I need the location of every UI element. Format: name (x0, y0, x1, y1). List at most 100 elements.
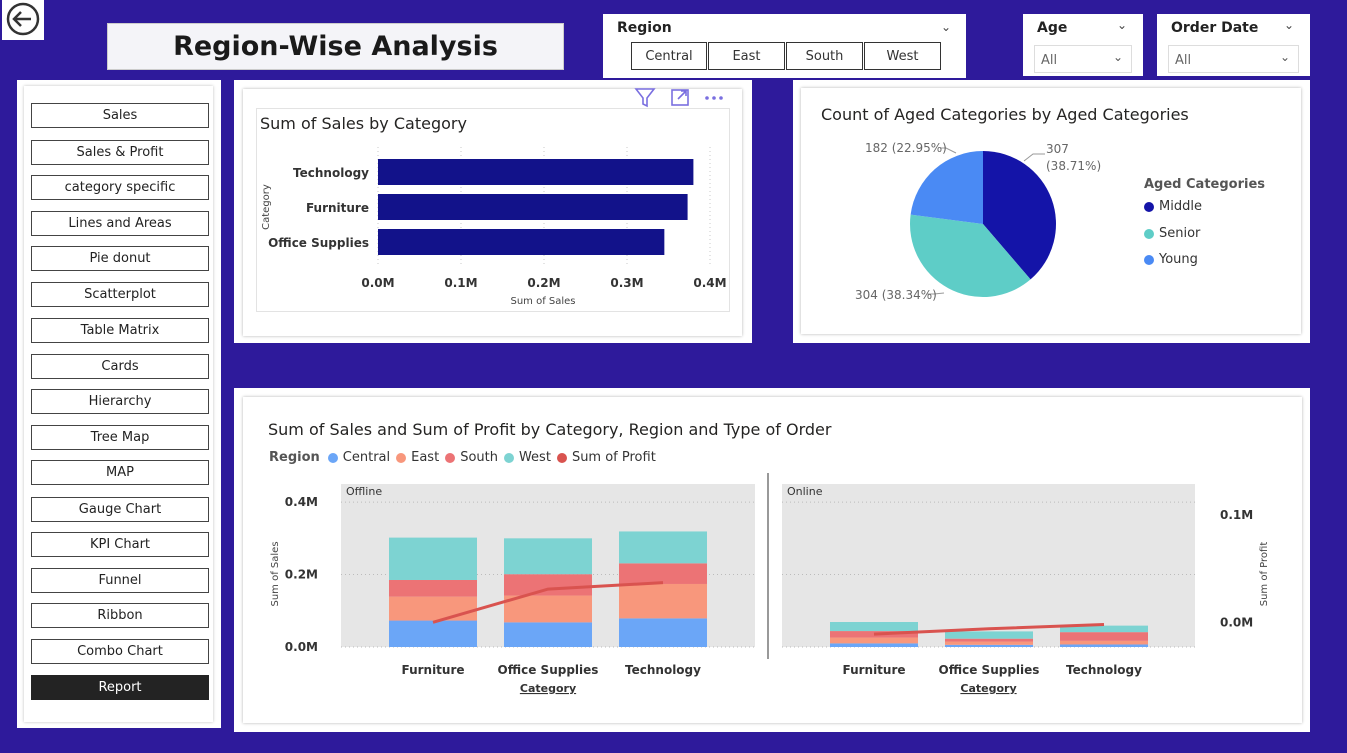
order-date-dropdown[interactable]: All ⌄ (1168, 45, 1299, 73)
legend-item-senior[interactable]: Senior (1144, 226, 1200, 241)
data-label-middle: 307 (38.71%) (1046, 142, 1101, 173)
x-tick-label: 0.2M (527, 276, 560, 290)
nav-button-pie-donut[interactable]: Pie donut (31, 246, 209, 271)
region-option-south[interactable]: South (786, 42, 863, 70)
back-button[interactable] (2, 0, 44, 40)
legend-item-middle[interactable]: Middle (1144, 199, 1202, 214)
nav-button-combo-chart[interactable]: Combo Chart (31, 639, 209, 664)
nav-button-hierarchy[interactable]: Hierarchy (31, 389, 209, 414)
aged-categories-pie-chart[interactable]: 307 (38.71%)307(38.71%)304 (38.34%)182 (… (793, 80, 1310, 343)
y2-tick-label: 0.0M (1220, 615, 1253, 629)
age-dropdown[interactable]: All ⌄ (1034, 45, 1132, 73)
legend-dot (1144, 201, 1154, 212)
chevron-down-icon[interactable]: ⌄ (1117, 18, 1127, 32)
nav-button-category-specific[interactable]: category specific (31, 175, 209, 200)
age-dropdown-value: All (1041, 53, 1058, 68)
y-tick-label: Furniture (306, 201, 369, 215)
legend-dot (1144, 228, 1154, 239)
nav-button-lines-and-areas[interactable]: Lines and Areas (31, 211, 209, 236)
legend-label: Young (1159, 252, 1198, 267)
nav-button-table-matrix[interactable]: Table Matrix (31, 318, 209, 343)
aged-categories-panel: Count of Aged Categories by Aged Categor… (793, 80, 1310, 343)
stacked-bar-segment-west[interactable] (945, 631, 1033, 639)
pie-slice-young[interactable] (910, 151, 983, 224)
legend-dot (1144, 254, 1154, 265)
nav-button-scatterplot[interactable]: Scatterplot (31, 282, 209, 307)
sales-profit-combo-chart[interactable]: Offline Furniture Office Supplies Technolog… (234, 388, 1310, 732)
region-option-east[interactable]: East (708, 42, 785, 70)
x-tick-label: Technology (625, 663, 701, 677)
y-tick-label: 0.4M (285, 495, 318, 509)
stacked-bar-segment-east[interactable] (504, 595, 592, 623)
x-tick-label: Technology (1066, 663, 1142, 677)
chevron-down-icon: ⌄ (1112, 50, 1123, 64)
nav-button-sales[interactable]: Sales (31, 103, 209, 128)
y2-axis-title: Sum of Profit (1259, 542, 1270, 607)
nav-button-kpi-chart[interactable]: KPI Chart (31, 532, 209, 557)
nav-button-map[interactable]: MAP (31, 460, 209, 485)
data-label-senior: 304 (38.34%) (855, 288, 937, 302)
stacked-bar-segment-east[interactable] (1060, 640, 1148, 645)
nav-button-sales-profit[interactable]: Sales & Profit (31, 140, 209, 165)
stacked-bar-segment-west[interactable] (389, 537, 477, 580)
stacked-bar-segment-west[interactable] (830, 622, 918, 632)
x-tick-label: 0.0M (361, 276, 394, 290)
stacked-bar-segment-west[interactable] (504, 538, 592, 575)
y-tick-label: 0.2M (285, 568, 318, 582)
legend-title: Aged Categories (1144, 177, 1266, 192)
stacked-bar-segment-east[interactable] (945, 641, 1033, 645)
panel-label: Offline (346, 485, 382, 498)
nav-panel: Sales Sales & Profit category specific Line… (17, 80, 221, 728)
stacked-bar-segment-central[interactable] (1060, 644, 1148, 647)
stacked-bar-segment-east[interactable] (830, 637, 918, 644)
order-date-slicer-label: Order Date (1171, 20, 1259, 36)
x-axis-title: Category (960, 682, 1016, 695)
data-label-young: 182 (22.95%) (865, 141, 947, 155)
stacked-bar-segment-central[interactable] (830, 643, 918, 647)
legend-item-young[interactable]: Young (1144, 252, 1198, 267)
stacked-bar-segment-south[interactable] (1060, 632, 1148, 641)
stacked-bar-segment-central[interactable] (504, 622, 592, 647)
stacked-bar-segment-east[interactable] (389, 596, 477, 621)
stacked-bar-segment-south[interactable] (389, 579, 477, 597)
stacked-bar-segment-central[interactable] (945, 644, 1033, 647)
region-option-central[interactable]: Central (631, 42, 707, 70)
back-arrow-icon (6, 2, 40, 36)
nav-button-report[interactable]: Report (31, 675, 209, 700)
stacked-bar-segment-central[interactable] (619, 618, 707, 647)
stacked-bar-segment-west[interactable] (619, 531, 707, 564)
nav-button-gauge-chart[interactable]: Gauge Chart (31, 497, 209, 522)
stacked-bar-segment-central[interactable] (389, 620, 477, 647)
sales-by-category-chart[interactable]: 0.0M 0.1M 0.2M 0.3M 0.4M Technology Furniture O… (234, 80, 752, 343)
leader-line (1023, 153, 1045, 162)
legend-label: Senior (1159, 226, 1201, 241)
stacked-bar-segment-south[interactable] (619, 563, 707, 584)
bar[interactable] (378, 159, 694, 185)
y-axis-title: Sum of Sales (270, 541, 281, 606)
region-slicer-label: Region (617, 20, 672, 36)
nav-button-ribbon[interactable]: Ribbon (31, 603, 209, 628)
chevron-down-icon[interactable]: ⌄ (1284, 18, 1294, 32)
region-slicer: Region ⌄ Central East South West (603, 14, 966, 78)
x-tick-label: 0.3M (610, 276, 643, 290)
bar[interactable] (378, 194, 688, 220)
stacked-bar-segment-east[interactable] (619, 583, 707, 619)
stacked-bar-segment-south[interactable] (945, 638, 1033, 642)
x-tick-label: Furniture (401, 663, 464, 677)
chevron-down-icon[interactable]: ⌄ (941, 20, 951, 34)
age-slicer-label: Age (1037, 20, 1068, 36)
age-slicer: Age ⌄ All ⌄ (1023, 14, 1143, 76)
nav-button-tree-map[interactable]: Tree Map (31, 425, 209, 450)
nav-button-funnel[interactable]: Funnel (31, 568, 209, 593)
x-tick-label: 0.4M (693, 276, 726, 290)
y2-tick-label: 0.1M (1220, 508, 1253, 522)
bar[interactable] (378, 229, 665, 255)
legend-label: Middle (1159, 199, 1202, 214)
stacked-bar-segment-south[interactable] (504, 574, 592, 596)
order-date-slicer: Order Date ⌄ All ⌄ (1157, 14, 1310, 76)
nav-button-cards[interactable]: Cards (31, 354, 209, 379)
region-option-west[interactable]: West (864, 42, 941, 70)
y-tick-label: Office Supplies (268, 236, 369, 250)
sales-by-category-panel: Sum of Sales by Category 0.0M 0.1M 0.2M 0.3… (234, 80, 752, 343)
x-tick-label: Furniture (842, 663, 905, 677)
